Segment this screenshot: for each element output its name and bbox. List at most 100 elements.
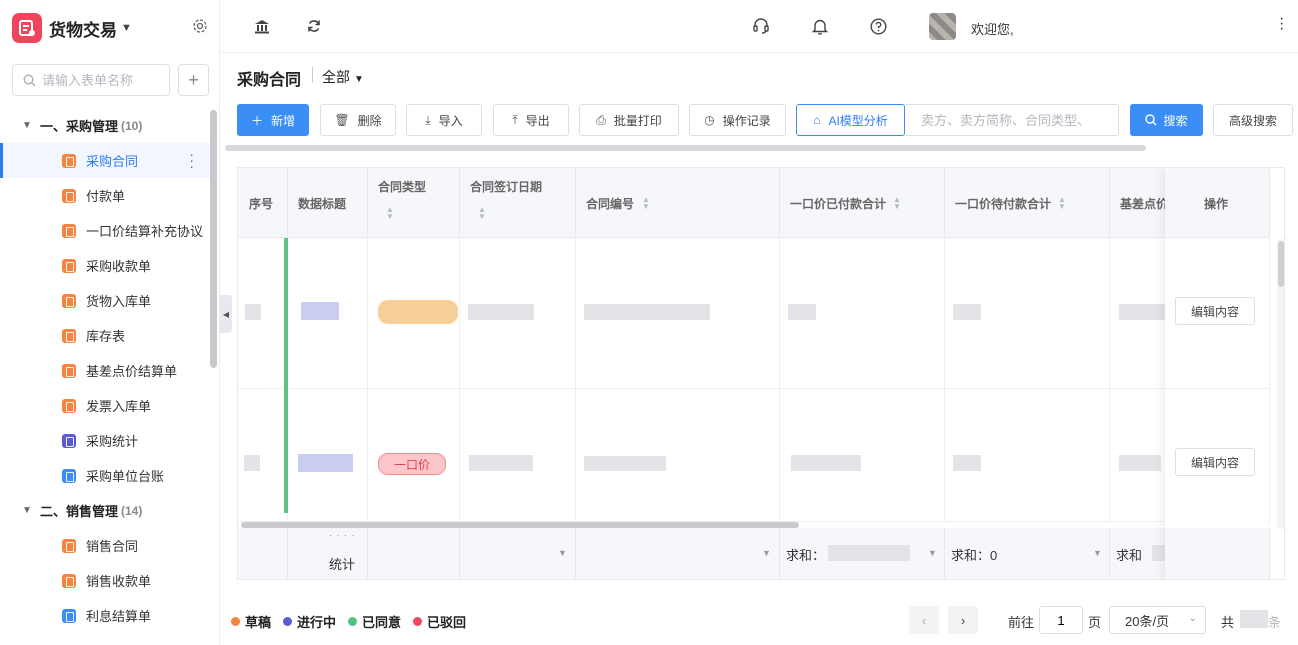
scope-dropdown[interactable]: 全部 ▼ [322,67,364,87]
toolbar-scrollbar[interactable] [225,145,1146,151]
total-label: 共 [1221,615,1235,630]
search-button[interactable]: 搜索 [1130,104,1203,136]
sidebar-item-invoice-inbound[interactable]: 发票入库单 [0,388,210,423]
import-button[interactable]: ⤓ 导入 [406,104,482,136]
stats-selector[interactable]: ▼ [460,528,576,579]
sort-icon[interactable]: ▲ ▼ [893,196,901,211]
legend-draft: 草稿 [231,612,271,631]
new-button-label: 新增 [271,113,296,128]
sidebar-item-sales-receipt[interactable]: 销售收款单 [0,563,210,598]
form-search-box[interactable] [12,64,170,96]
column-header-sign-date[interactable]: 合同签订日期 ▲ ▼ [460,168,576,238]
sidebar-item-payment[interactable]: 付款单 [0,178,210,213]
table-cell: 一口价 [368,389,460,522]
advanced-search-button[interactable]: 高级搜索 [1213,104,1293,136]
help-icon[interactable] [869,17,887,35]
sidebar-item-label: 销售合同 [86,539,139,554]
more-vertical-icon[interactable]: · · · [189,147,194,173]
legend-label: 草稿 [245,615,272,630]
column-header-paid-total[interactable]: 一口价已付款合计 ▲ ▼ [780,168,945,238]
legend-dot [413,617,423,626]
operations-column: 操作 编辑内容 编辑内容 [1165,168,1268,579]
export-button-label: 导出 [525,113,550,128]
sum-value: 求和：0 [951,548,998,563]
avatar[interactable] [929,13,956,40]
keyword-search-input[interactable] [905,104,1119,136]
form-icon [62,573,76,588]
headset-support-icon[interactable] [752,17,770,35]
sort-icon[interactable]: ▲ ▼ [478,206,486,221]
sidebar-item-interest-settlement[interactable]: 利息结算单 [0,598,210,633]
new-button[interactable]: ＋ 新增 [237,104,309,136]
sidebar-item-purchase-contract[interactable]: 采购合同 · · · [0,143,210,178]
sidebar-item-inventory[interactable]: 库存表 [0,318,210,353]
stats-selector-unpaid[interactable]: 求和：0 ▼ [945,528,1110,579]
edit-content-button[interactable]: 编辑内容 [1175,448,1255,476]
prev-page-button[interactable]: ‹ [909,606,939,634]
column-header-contract-type[interactable]: 合同类型 ▲ ▼ [368,168,460,238]
app-switcher[interactable]: 货物交易 ▼ [12,12,132,44]
more-vertical-icon[interactable]: · · · [1279,11,1284,37]
collapse-sidebar-toggle[interactable]: ◀ [220,295,232,333]
batch-print-button[interactable]: ⎙ 批量打印 [579,104,679,136]
column-header-label: 一口价已付款合计 [790,197,887,211]
redacted-value [791,455,861,471]
column-header-contract-no[interactable]: 合同编号 ▲ ▼ [576,168,780,238]
sidebar-item-basis-settlement[interactable]: 基差点价结算单 [0,353,210,388]
column-header-unpaid-total[interactable]: 一口价待付款合计 ▲ ▼ [945,168,1110,238]
sidebar-item-sales-contract[interactable]: 销售合同 [0,528,210,563]
page-size-select[interactable]: 20条/页 ⌄ [1109,606,1206,634]
search-icon [23,74,36,86]
stats-selector[interactable]: ▼ [576,528,780,579]
export-button[interactable]: ⤒ 导出 [493,104,569,136]
welcome-text: 欢迎您, [971,22,1014,37]
refresh-icon[interactable] [305,17,323,35]
table-cell [780,238,945,389]
sidebar-item-label: 利息结算单 [86,609,152,624]
table-footer-cell [368,528,460,579]
plus-icon: ＋ [250,113,263,128]
ai-analysis-button[interactable]: ⌂ AI模型分析 [796,104,905,136]
download-icon: ⤓ [425,112,431,127]
add-form-button[interactable]: + [178,64,209,96]
form-search-input[interactable] [42,72,162,88]
redacted-value [245,304,261,320]
sidebar-item-goods-inbound[interactable]: 货物入库单 [0,283,210,318]
sidebar-item-purchase-stats[interactable]: 采购统计 [0,423,210,458]
sort-icon[interactable]: ▲ ▼ [642,196,650,211]
redacted-value [1119,304,1167,320]
sidebar-item-fixed-price-agreement[interactable]: 一口价结算补充协议 [0,213,210,248]
operation-log-button[interactable]: ◷ 操作记录 [689,104,786,136]
bell-icon[interactable] [811,17,829,35]
table-vertical-scrollbar[interactable] [1278,241,1284,287]
redacted-value [468,304,534,320]
column-header-ops: 操作 [1165,168,1268,238]
sidebar-scrollbar[interactable] [210,110,217,368]
sidebar-item-supplier-ledger[interactable]: 采购单位台账 [0,458,210,493]
page-title: 采购合同 [237,72,302,89]
nav-group-purchase[interactable]: ▼ 一、采购管理 (10) [0,108,210,143]
nav-group-sales[interactable]: ▼ 二、销售管理 (14) [0,493,210,528]
redacted-total [1240,610,1268,628]
sidebar-item-purchase-receipt[interactable]: 采购收款单 [0,248,210,283]
status-marker [284,238,288,389]
bank-icon[interactable] [253,17,271,35]
sort-icon[interactable]: ▲ ▼ [1058,196,1066,211]
sidebar-nav: ▼ 一、采购管理 (10) 采购合同 · · · 付款单 一口价结算补充协议 采购收… [0,108,210,633]
gear-icon[interactable] [192,18,210,36]
table-footer-cell: · · · · 统计 [288,528,368,579]
table-cell [238,238,288,389]
table-cell[interactable] [284,389,368,522]
table-cell [460,238,576,389]
edit-content-button[interactable]: 编辑内容 [1175,297,1255,325]
robot-icon: ⌂ [813,113,821,127]
next-page-button[interactable]: › [948,606,978,634]
delete-button[interactable]: 🗑 删除 [320,104,396,136]
table-cell[interactable] [284,238,368,389]
table-cell [238,389,288,522]
sort-icon[interactable]: ▲ ▼ [386,206,394,221]
page-number-input[interactable] [1039,606,1083,634]
contract-type-tag: 一口价 [378,453,446,475]
chevron-right-icon: › [960,612,966,628]
stats-selector-paid[interactable]: 求和： ▼ [780,528,945,579]
